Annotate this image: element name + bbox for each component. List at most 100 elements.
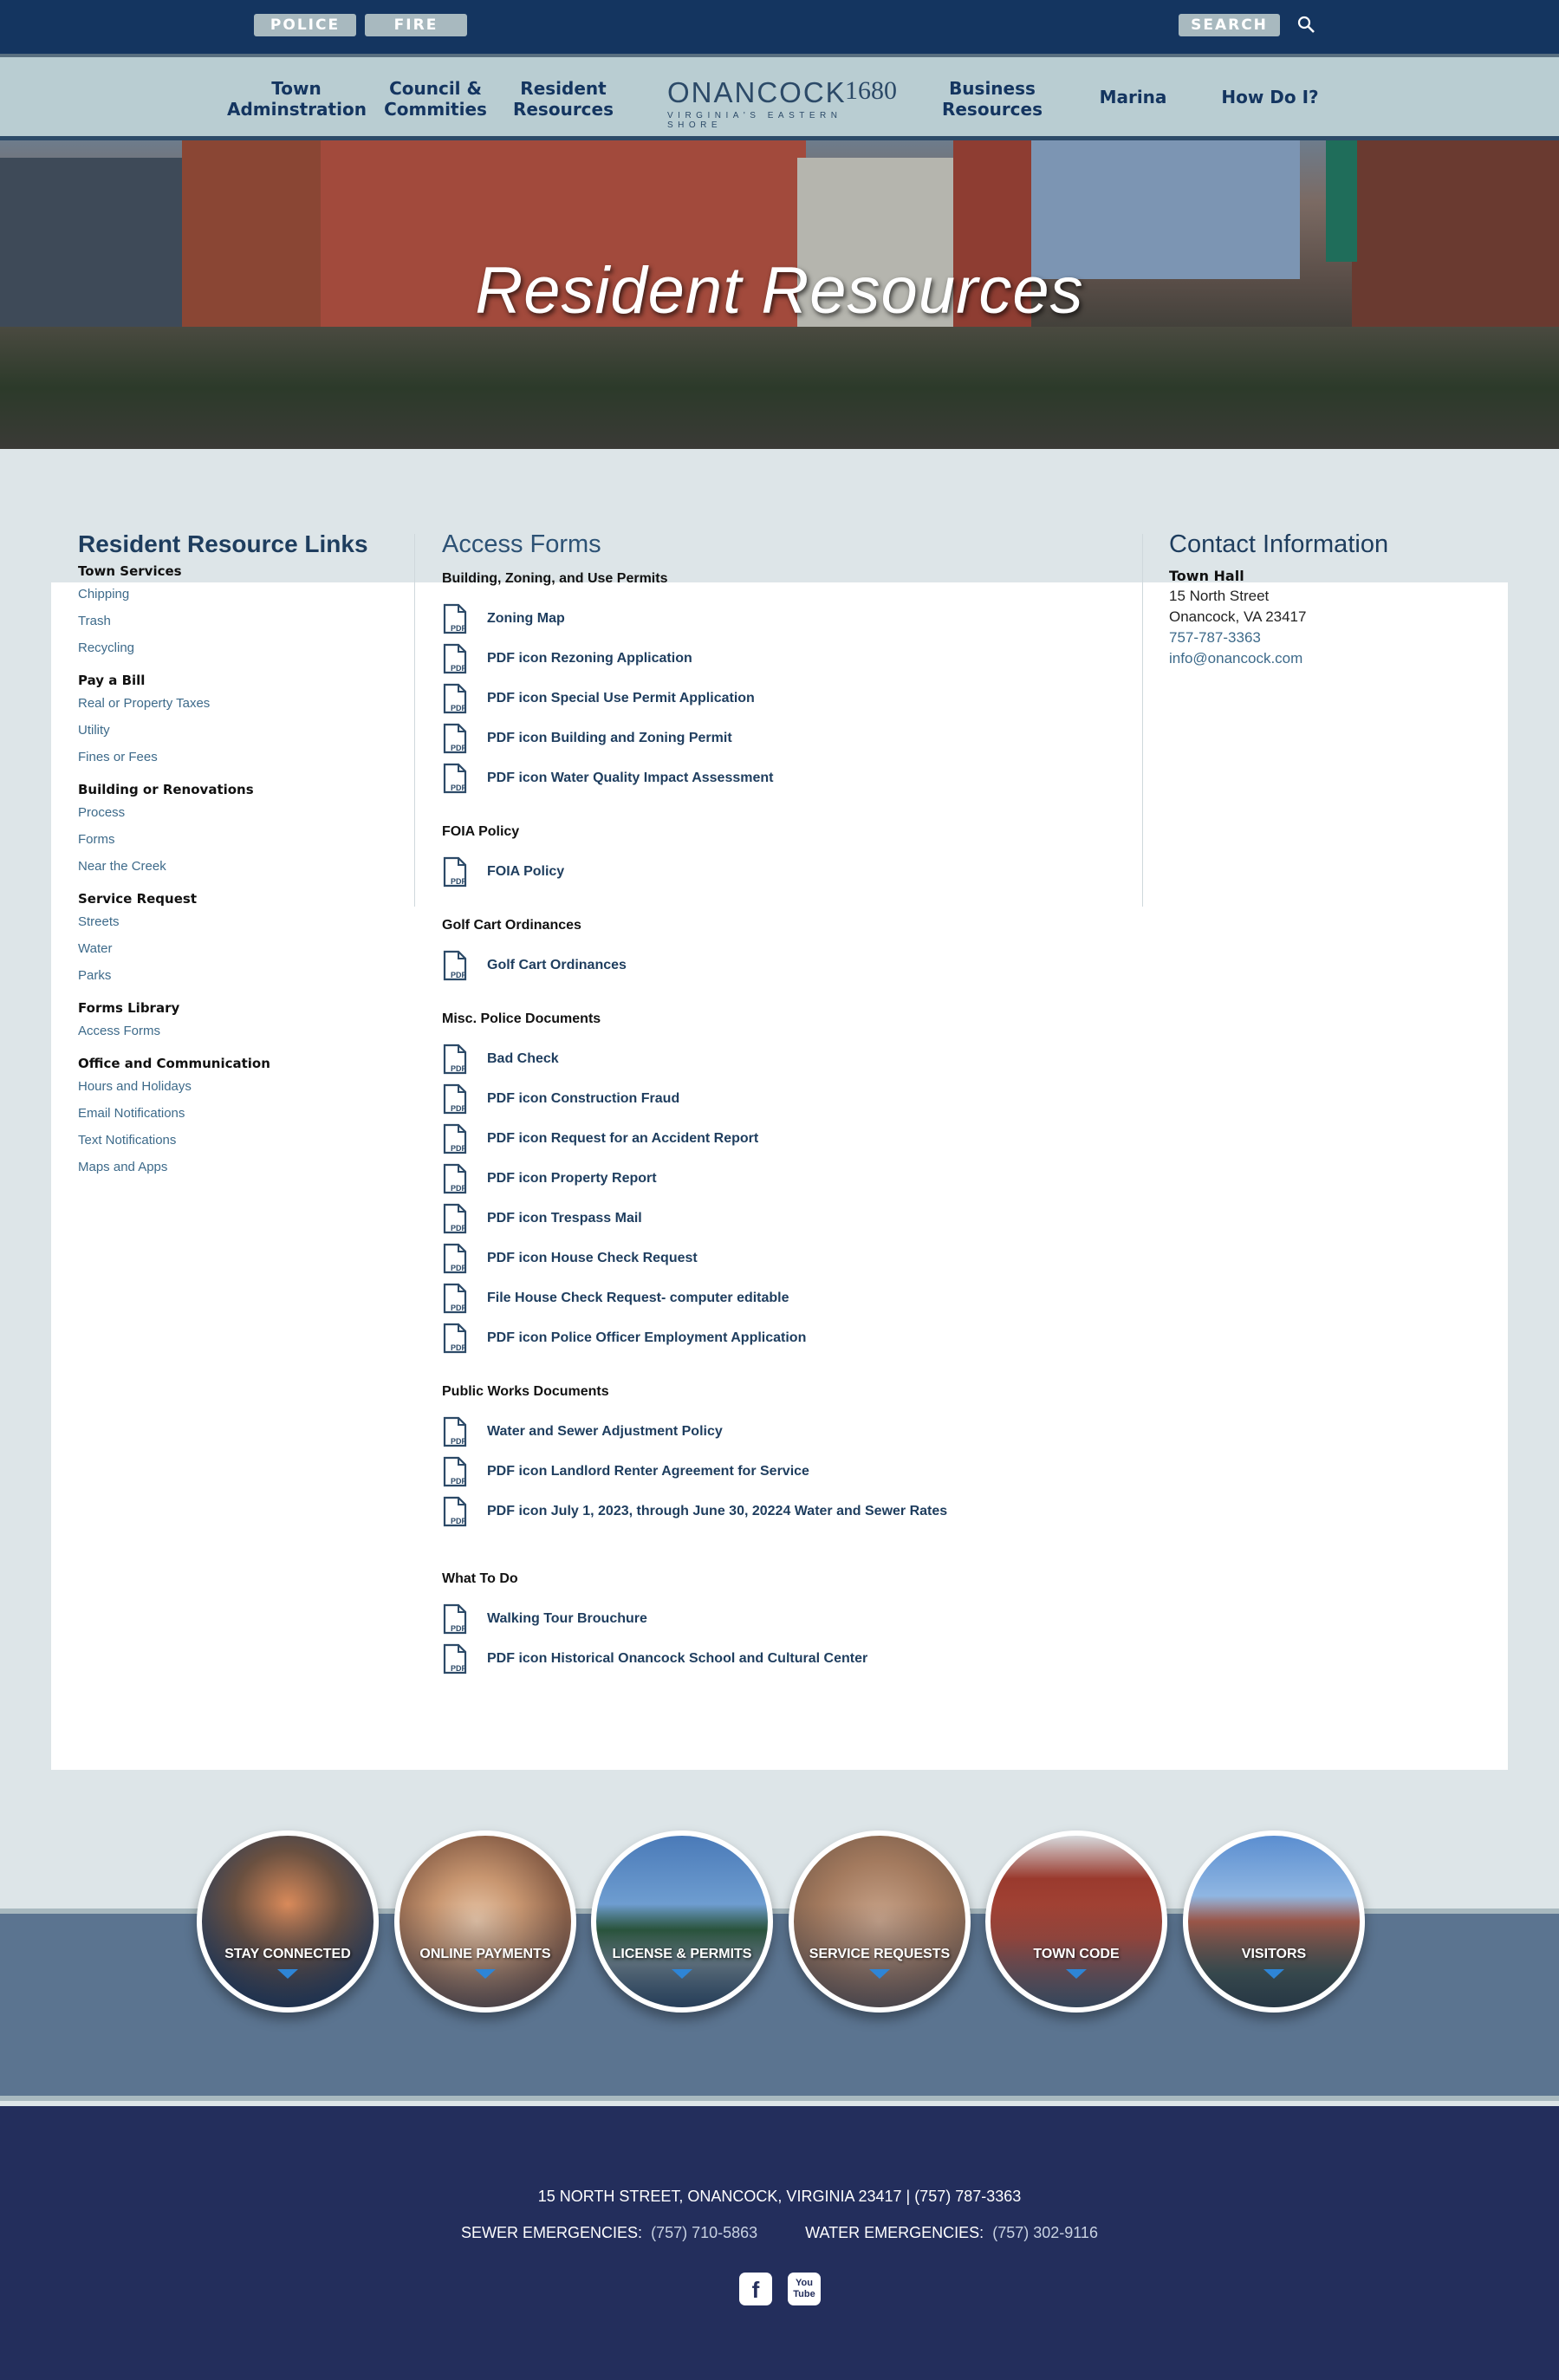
form-document-link[interactable]: PDF PDF icon Landlord Renter Agreement f… — [442, 1452, 1118, 1492]
quicklink-stay-connected[interactable]: STAY CONNECTED — [197, 1831, 379, 2013]
pdf-file-icon: PDF — [443, 950, 467, 981]
contact-email-link[interactable]: info@onancock.com — [1169, 650, 1481, 667]
sidebar-link[interactable]: Maps and Apps — [78, 1160, 407, 1174]
sidebar-link[interactable]: Water — [78, 941, 407, 956]
sidebar-link[interactable]: Trash — [78, 614, 407, 628]
document-label: PDF icon Building and Zoning Permit — [487, 731, 732, 745]
form-document-link[interactable]: PDF PDF icon Special Use Permit Applicat… — [442, 679, 1118, 719]
svg-text:PDF: PDF — [451, 664, 467, 673]
svg-text:PDF: PDF — [451, 1304, 467, 1312]
form-document-link[interactable]: PDF PDF icon Trespass Mail — [442, 1199, 1118, 1239]
form-document-link[interactable]: PDF PDF icon Building and Zoning Permit — [442, 719, 1118, 758]
form-document-link[interactable]: PDF PDF icon Construction Fraud — [442, 1079, 1118, 1119]
quicklink-online-payments[interactable]: ONLINE PAYMENTS — [394, 1831, 576, 2013]
quicklink-town-code[interactable]: TOWN CODE — [985, 1831, 1167, 2013]
document-label: Walking Tour Brouchure — [487, 1611, 647, 1626]
youtube-bottom: Tube — [793, 2289, 815, 2299]
nav-how-do-i[interactable]: How Do I? — [1211, 87, 1328, 107]
quicklink-license-permits[interactable]: LICENSE & PERMITS — [591, 1831, 773, 2013]
footer: 15 NORTH STREET, ONANCOCK, VIRGINIA 2341… — [0, 2106, 1559, 2380]
pdf-file-icon: PDF — [443, 1283, 467, 1314]
quicklink-service-requests[interactable]: SERVICE REQUESTS — [789, 1831, 971, 2013]
sidebar-link[interactable]: Forms — [78, 832, 407, 847]
fire-button[interactable]: FIRE — [365, 14, 467, 36]
contact-phone-link[interactable]: 757-787-3363 — [1169, 629, 1481, 647]
nav-marina[interactable]: Marina — [1083, 87, 1183, 107]
sidebar-link[interactable]: Fines or Fees — [78, 750, 407, 764]
pdf-file-icon: PDF — [443, 1603, 467, 1635]
nav-town-administration[interactable]: Town Adminstration — [227, 78, 367, 120]
sidebar-link[interactable]: Hours and Holidays — [78, 1079, 407, 1094]
quicklink-visitors[interactable]: VISITORS — [1183, 1831, 1365, 2013]
document-label: Bad Check — [487, 1051, 559, 1066]
document-label: PDF icon Request for an Accident Report — [487, 1131, 759, 1146]
page-title: Resident Resources — [475, 254, 1084, 328]
quicklink-label: TOWN CODE — [1033, 1947, 1120, 1961]
form-document-link[interactable]: PDF PDF icon Rezoning Application — [442, 639, 1118, 679]
sidebar-link[interactable]: Near the Creek — [78, 859, 407, 874]
sidebar-link[interactable]: Email Notifications — [78, 1106, 407, 1121]
nav-business-resources[interactable]: Business Resources — [923, 78, 1062, 120]
form-document-link[interactable]: PDF PDF icon July 1, 2023, through June … — [442, 1492, 1118, 1531]
sidebar-link[interactable]: Real or Property Taxes — [78, 696, 407, 711]
form-document-link[interactable]: PDF PDF icon Police Officer Employment A… — [442, 1318, 1118, 1358]
site-logo[interactable]: ONANCOCK 1680 VIRGINIA'S EASTERN SHORE — [667, 76, 897, 130]
quicklink-label: SERVICE REQUESTS — [809, 1947, 951, 1961]
water-label: WATER EMERGENCIES: — [805, 2224, 984, 2241]
pdf-file-icon: PDF — [443, 1083, 467, 1115]
form-document-link[interactable]: PDF Water and Sewer Adjustment Policy — [442, 1412, 1118, 1452]
quicklink-label: ONLINE PAYMENTS — [419, 1947, 551, 1961]
hero-welcome-banner — [1326, 140, 1357, 262]
sidebar-link[interactable]: Utility — [78, 723, 407, 738]
sidebar-link[interactable]: Streets — [78, 914, 407, 929]
logo-tagline: VIRGINIA'S EASTERN SHORE — [667, 111, 842, 130]
pdf-file-icon: PDF — [443, 1163, 467, 1194]
sidebar-link[interactable]: Parks — [78, 968, 407, 983]
form-document-link[interactable]: PDF PDF icon Request for an Accident Rep… — [442, 1119, 1118, 1159]
sidebar-link[interactable]: Process — [78, 805, 407, 820]
nav-council-committees[interactable]: Council & Commities — [368, 78, 503, 120]
column-divider-left — [414, 534, 415, 907]
svg-text:PDF: PDF — [451, 624, 467, 633]
facebook-icon[interactable]: f — [739, 2273, 772, 2305]
down-arrow-icon — [277, 1969, 298, 1979]
form-document-link[interactable]: PDF PDF icon House Check Request — [442, 1239, 1118, 1278]
document-label: PDF icon Construction Fraud — [487, 1091, 680, 1106]
resource-links-sidebar: Resident Resource Links Town Services Chi… — [78, 530, 407, 1187]
nav-resident-resources[interactable]: Resident Resources — [503, 78, 624, 120]
forms-section-heading: What To Do — [442, 1571, 518, 1586]
contact-information: Contact Information Town Hall 15 North S… — [1169, 530, 1481, 671]
svg-text:PDF: PDF — [451, 1144, 467, 1153]
svg-text:PDF: PDF — [451, 1343, 467, 1352]
form-document-link[interactable]: PDF PDF icon Historical Onancock School … — [442, 1639, 1118, 1679]
svg-text:PDF: PDF — [451, 1224, 467, 1232]
pdf-file-icon: PDF — [443, 1323, 467, 1354]
form-document-link[interactable]: PDF Bad Check — [442, 1039, 1118, 1079]
forms-section-heading: FOIA Policy — [442, 824, 520, 839]
sidebar-link[interactable]: Recycling — [78, 641, 407, 655]
pdf-file-icon: PDF — [443, 1416, 467, 1447]
form-document-link[interactable]: PDF FOIA Policy — [442, 852, 1118, 892]
svg-text:PDF: PDF — [451, 1664, 467, 1673]
pdf-file-icon: PDF — [443, 1203, 467, 1234]
form-document-link[interactable]: PDF File House Check Request- computer e… — [442, 1278, 1118, 1318]
form-document-link[interactable]: PDF Golf Cart Ordinances — [442, 946, 1118, 985]
search-icon[interactable] — [1296, 15, 1317, 36]
sidebar-link[interactable]: Chipping — [78, 587, 407, 602]
youtube-icon[interactable]: You Tube — [788, 2273, 821, 2305]
police-button[interactable]: POLICE — [254, 14, 356, 36]
water-phone[interactable]: (757) 302-9116 — [992, 2224, 1098, 2241]
form-document-link[interactable]: PDF Walking Tour Brouchure — [442, 1599, 1118, 1639]
document-label: Water and Sewer Adjustment Policy — [487, 1424, 723, 1439]
pdf-file-icon: PDF — [443, 763, 467, 794]
sidebar-link[interactable]: Access Forms — [78, 1024, 407, 1038]
search-button[interactable]: SEARCH — [1179, 14, 1280, 36]
document-label: Golf Cart Ordinances — [487, 958, 627, 972]
form-document-link[interactable]: PDF PDF icon Water Quality Impact Assess… — [442, 758, 1118, 798]
form-document-link[interactable]: PDF PDF icon Property Report — [442, 1159, 1118, 1199]
sewer-phone[interactable]: (757) 710-5863 — [651, 2224, 757, 2241]
form-document-link[interactable]: PDF Zoning Map — [442, 599, 1118, 639]
svg-text:PDF: PDF — [451, 1477, 467, 1486]
utility-bar: POLICE FIRE SEARCH — [0, 0, 1559, 54]
sidebar-link[interactable]: Text Notifications — [78, 1133, 407, 1148]
